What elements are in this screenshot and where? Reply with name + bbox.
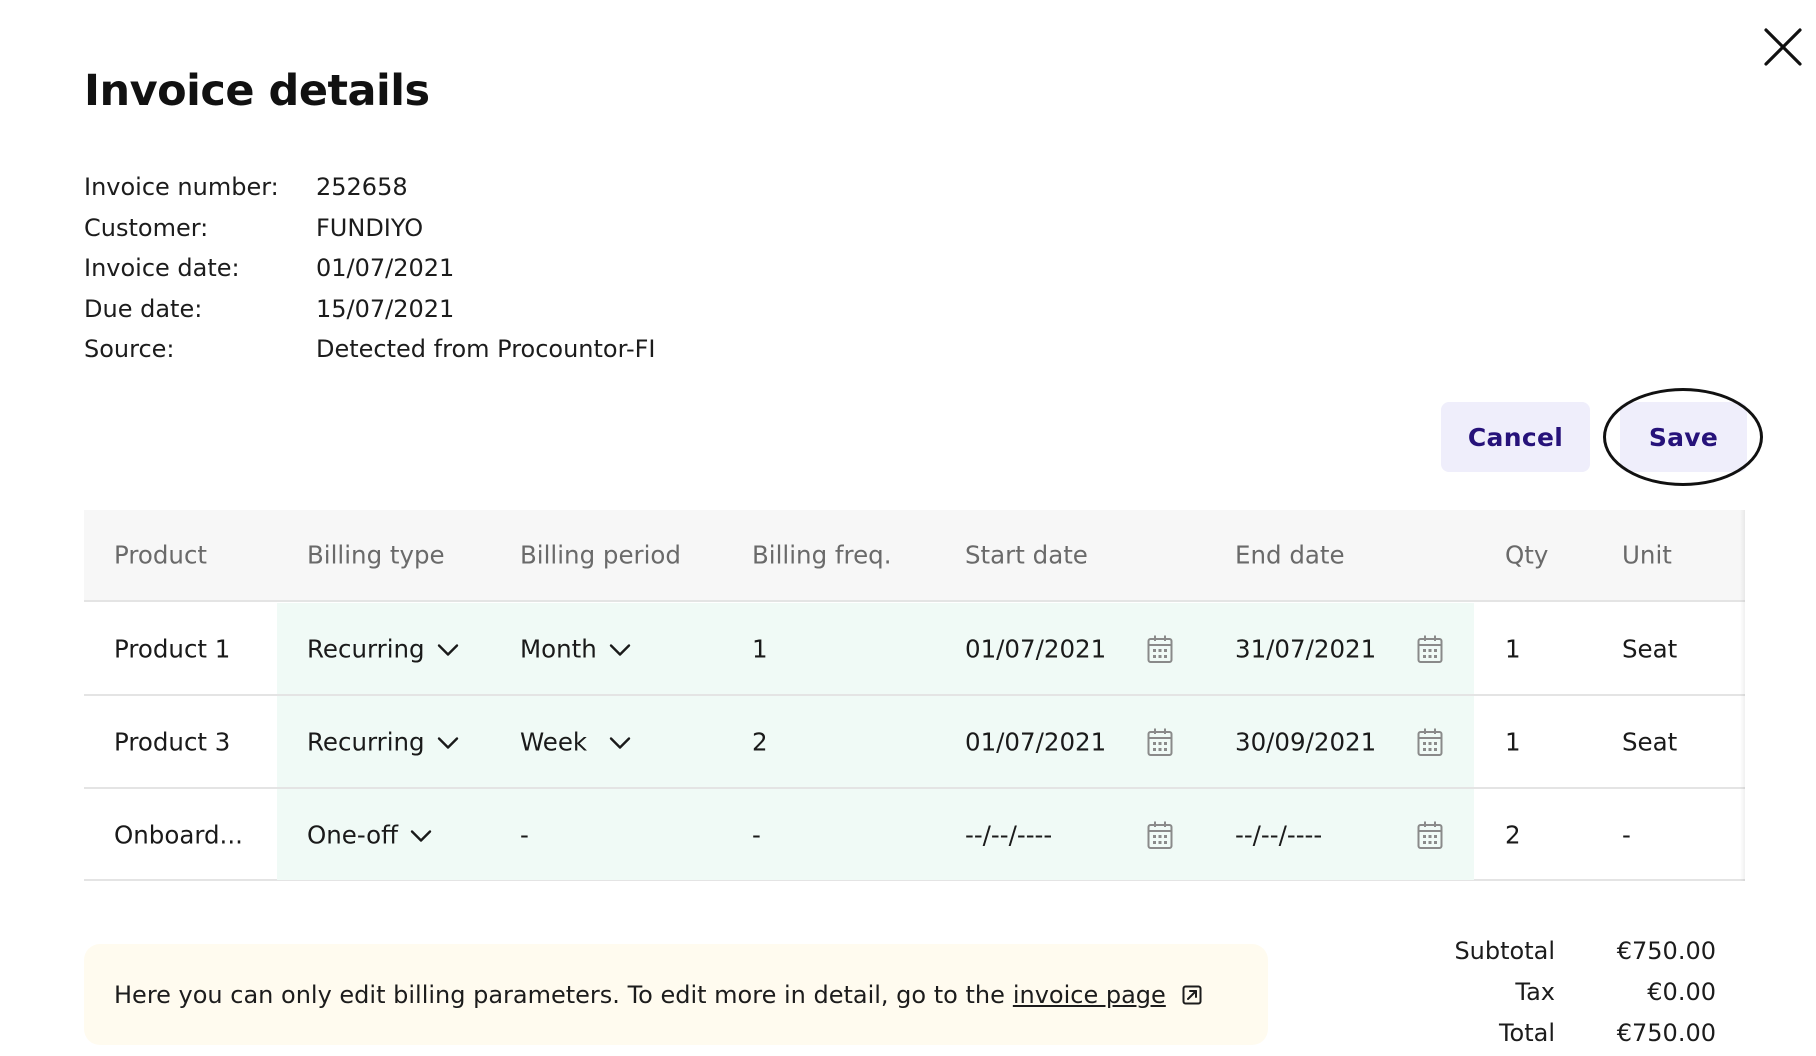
billing-type-select[interactable]: Recurring [307,728,459,757]
table-header: Product Billing type Billing period Bill… [84,510,1745,602]
meta-source: Source: Detected from Procountor-FI [84,329,655,370]
calendar-icon[interactable] [1417,634,1443,664]
calendar-icon[interactable] [1147,727,1173,757]
start-date-input[interactable]: --/--/---- [965,821,1052,850]
billing-type-select[interactable]: Recurring [307,635,459,664]
header-unit: Unit [1622,540,1672,570]
header-product: Product [114,540,208,570]
totals-total: Total €750.00 [1335,1012,1716,1053]
meta-value: 01/07/2021 [316,254,455,283]
meta-invoice-number: Invoice number: 252658 [84,167,655,208]
table-row: Product 1 Recurring Month 1 01/07/2021 3… [84,603,1745,696]
notice-text: Here you can only edit billing parameter… [114,980,1005,1009]
billing-period-value: Month [520,634,597,664]
chevron-down-icon [437,644,458,656]
end-date-input[interactable]: 30/09/2021 [1235,728,1376,757]
meta-value: 252658 [316,173,408,202]
cell-unit: - [1622,820,1631,850]
invoice-totals: Subtotal €750.00 Tax €0.00 Total €750.00 [1335,930,1716,1053]
cell-billing-freq: - [752,820,761,850]
header-start-date: Start date [965,540,1088,570]
cell-product: Product 1 [114,634,231,664]
totals-label: Tax [1515,977,1555,1006]
header-billing-freq: Billing freq. [752,540,892,570]
chevron-down-icon [410,830,432,842]
billing-freq-input[interactable]: 1 [752,635,768,664]
meta-label: Due date: [84,294,203,323]
totals-value: €750.00 [1616,936,1716,965]
info-notice: Here you can only edit billing parameter… [84,944,1268,1045]
billing-type-value: Recurring [307,634,425,664]
calendar-icon[interactable] [1417,820,1443,850]
cell-product: Onboard... [114,820,243,850]
close-button[interactable] [1762,26,1804,68]
table-row: Product 3 Recurring Week 2 01/07/2021 30… [84,696,1745,789]
meta-label: Invoice number: [84,173,279,202]
meta-value: Detected from Procountor-FI [316,335,656,364]
cell-qty: 1 [1505,727,1521,757]
start-date-input[interactable]: 01/07/2021 [965,728,1106,757]
chevron-down-icon [437,737,458,749]
chevron-down-icon [609,737,631,749]
header-billing-period: Billing period [520,540,681,570]
meta-value: FUNDIYO [316,213,424,242]
calendar-icon[interactable] [1147,634,1173,664]
page-title: Invoice details [84,66,430,116]
calendar-icon[interactable] [1147,820,1173,850]
billing-type-value: One-off [307,820,399,850]
billing-type-select[interactable]: One-off [307,821,432,850]
totals-value: €0.00 [1647,977,1716,1006]
table-scroll-shadow [1740,510,1745,881]
close-icon [1764,28,1802,66]
table-row: Onboard... One-off - - --/--/---- --/--/… [84,789,1745,882]
end-date-input[interactable]: --/--/---- [1235,821,1322,850]
chevron-down-icon [609,644,630,656]
external-link-icon[interactable] [1182,985,1202,1005]
calendar-icon[interactable] [1417,727,1443,757]
meta-customer: Customer: FUNDIYO [84,208,655,249]
billing-freq-input[interactable]: 2 [752,728,768,757]
meta-invoice-date: Invoice date: 01/07/2021 [84,248,655,289]
totals-label: Total [1498,1018,1555,1047]
billing-period-select[interactable]: Week [520,728,631,757]
cell-billing-period: - [520,820,529,850]
meta-label: Invoice date: [84,254,240,283]
invoice-page-link[interactable]: invoice page [1013,981,1166,1009]
header-end-date: End date [1235,540,1345,570]
cell-unit: Seat [1622,727,1678,757]
billing-table: Product Billing type Billing period Bill… [84,510,1745,881]
save-button[interactable]: Save [1620,402,1747,472]
meta-label: Customer: [84,213,209,242]
billing-period-select[interactable]: Month [520,635,631,664]
header-qty: Qty [1505,540,1549,570]
totals-subtotal: Subtotal €750.00 [1335,930,1716,971]
totals-label: Subtotal [1454,936,1555,965]
billing-period-value: Week [520,727,588,757]
cell-qty: 2 [1505,820,1521,850]
cancel-button[interactable]: Cancel [1441,402,1590,472]
meta-label: Source: [84,335,175,364]
start-date-input[interactable]: 01/07/2021 [965,635,1106,664]
cell-product: Product 3 [114,727,231,757]
meta-due-date: Due date: 15/07/2021 [84,289,655,330]
totals-value: €750.00 [1616,1018,1716,1047]
header-billing-type: Billing type [307,540,445,570]
invoice-meta: Invoice number: 252658 Customer: FUNDIYO… [84,167,655,370]
end-date-input[interactable]: 31/07/2021 [1235,635,1376,664]
meta-value: 15/07/2021 [316,294,455,323]
billing-type-value: Recurring [307,727,425,757]
cell-unit: Seat [1622,634,1678,664]
totals-tax: Tax €0.00 [1335,971,1716,1012]
cell-qty: 1 [1505,634,1521,664]
